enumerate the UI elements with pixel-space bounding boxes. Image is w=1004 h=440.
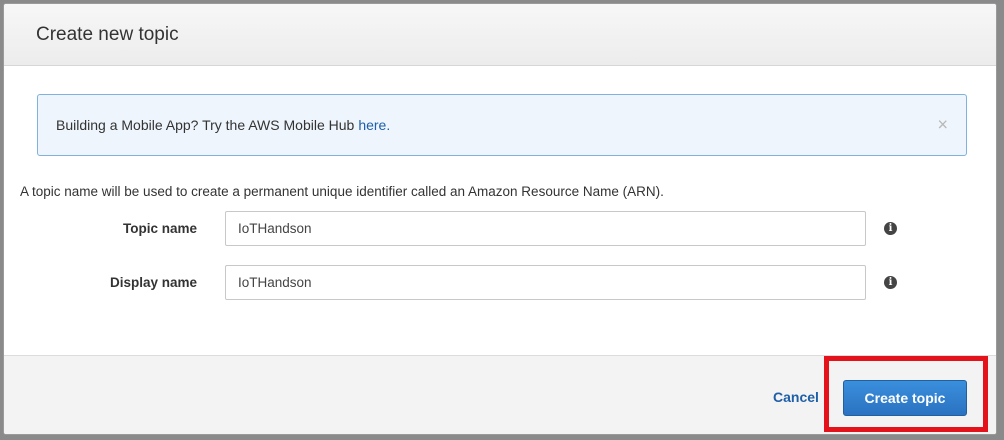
- cancel-link[interactable]: Cancel: [773, 389, 823, 405]
- display-name-row: Display name i: [4, 264, 996, 300]
- close-icon[interactable]: ×: [937, 115, 948, 136]
- mobile-hub-info-banner: Building a Mobile App? Try the AWS Mobil…: [37, 94, 967, 156]
- display-name-label: Display name: [109, 274, 197, 290]
- topic-name-row: Topic name i: [4, 210, 996, 246]
- dialog-title: Create new topic: [36, 23, 179, 45]
- banner-here-link[interactable]: here.: [358, 117, 390, 133]
- dialog-footer: Cancel Create topic: [4, 355, 996, 434]
- info-icon[interactable]: i: [884, 275, 897, 289]
- info-icon[interactable]: i: [884, 221, 897, 235]
- banner-text: Building a Mobile App? Try the AWS Mobil…: [56, 117, 355, 133]
- display-name-input[interactable]: [225, 264, 866, 300]
- topic-name-input[interactable]: [225, 210, 866, 246]
- create-topic-dialog: Create new topic Building a Mobile App? …: [3, 3, 997, 435]
- dialog-header: Create new topic: [4, 4, 996, 66]
- topic-description: A topic name will be used to create a pe…: [20, 184, 664, 199]
- topic-name-label: Topic name: [122, 220, 197, 236]
- create-topic-button[interactable]: Create topic: [843, 380, 967, 416]
